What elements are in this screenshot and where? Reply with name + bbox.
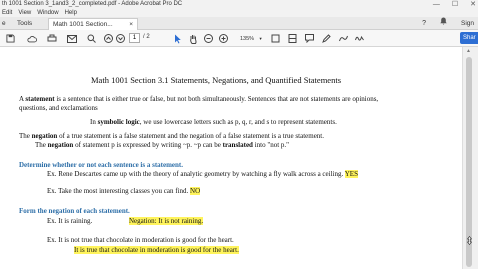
tab-bar: e Tools Math 1001 Section... × ? Sign — [0, 17, 478, 30]
example-2-answer: NO — [190, 187, 201, 195]
example-3: Ex. It is raining. — [47, 217, 93, 225]
fit-page-icon[interactable] — [270, 33, 281, 44]
zoom-in-icon[interactable] — [218, 33, 229, 44]
symbolic-logic-prefix: In — [90, 118, 98, 126]
page-title: Math 1001 Section 3.1 Statements, Negati… — [91, 75, 341, 85]
negation-symbol-prefix: The — [35, 141, 48, 149]
menu-window[interactable]: Window — [37, 9, 58, 17]
menu-help[interactable]: Help — [65, 9, 77, 17]
negation-symbol-suffix: into "not p." — [252, 141, 290, 149]
symbolic-logic-line: In symbolic logic, we use lowercase lett… — [90, 118, 337, 126]
page-total: / 2 — [143, 34, 150, 40]
negation-symbol-term: negation — [47, 141, 74, 149]
scroll-mode-icon[interactable] — [287, 33, 298, 44]
example-2: Ex. Take the most interesting classes yo… — [47, 187, 201, 195]
page-up-icon[interactable] — [103, 33, 114, 44]
window-title: th 1001 Section 3_1and3_2_completed.pdf … — [2, 1, 183, 7]
close-window-button[interactable]: ✕ — [470, 0, 476, 9]
zoom-out-icon[interactable] — [203, 33, 214, 44]
example-1-answer: YES — [344, 170, 358, 178]
example-1-text: Ex. Rene Descartes came up with the theo… — [47, 170, 344, 178]
help-icon[interactable]: ? — [422, 17, 426, 30]
pdf-page: Math 1001 Section 3.1 Statements, Negati… — [0, 47, 462, 269]
menu-edit[interactable]: Edit — [2, 9, 12, 17]
highlight-pen-icon[interactable] — [321, 33, 332, 44]
example-3-answer: Negation: It is not raining. — [129, 217, 204, 225]
share-button[interactable]: Shar — [460, 32, 478, 44]
negation-term: negation — [31, 132, 58, 140]
minimize-button[interactable]: — — [433, 0, 440, 9]
hand-tool-icon[interactable] — [188, 33, 199, 44]
window-title-bar: th 1001 Section 3_1and3_2_completed.pdf … — [0, 0, 478, 9]
negation-definition-line: The negation of a true statement is a fa… — [19, 132, 324, 140]
window-controls: — ☐ ✕ — [433, 0, 476, 9]
example-2-text: Ex. Take the most interesting classes yo… — [47, 187, 189, 195]
negation-def-text: of a true statement is a false statement… — [57, 132, 324, 140]
page-down-icon[interactable] — [115, 33, 126, 44]
tab-document-label: Math 1001 Section... — [53, 21, 113, 28]
toolbar: 1 / 2 135% ▼ Shar — [0, 30, 478, 47]
negation-symbol-text: of statement p is expressed by writing ~… — [73, 141, 223, 149]
chevron-down-icon: ▼ — [258, 36, 263, 41]
symbolic-logic-text: , we use lowercase letters such as p, q,… — [139, 118, 337, 126]
draw-icon[interactable] — [338, 33, 349, 44]
menu-view[interactable]: View — [18, 9, 31, 17]
resize-cursor-icon — [466, 236, 473, 247]
statement-definition-line1: A statement is a sentence that is either… — [19, 95, 378, 103]
sign-icon[interactable] — [354, 33, 365, 44]
example-1: Ex. Rene Descartes came up with the theo… — [47, 170, 358, 178]
symbolic-logic-term: symbolic logic — [97, 118, 140, 126]
statement-def-text: is a sentence that is either true or fal… — [54, 95, 379, 103]
email-icon[interactable] — [66, 33, 77, 44]
zoom-level-value: 135% — [240, 36, 255, 42]
cloud-upload-icon[interactable] — [26, 33, 37, 44]
statement-definition-line2: questions, and exclamations — [19, 104, 98, 112]
maximize-button[interactable]: ☐ — [452, 0, 458, 9]
save-icon[interactable] — [5, 33, 16, 44]
select-cursor-icon[interactable] — [172, 33, 183, 44]
share-label: Shar — [463, 35, 476, 41]
tab-tools[interactable]: Tools — [17, 17, 32, 30]
search-icon[interactable] — [86, 33, 97, 44]
statement-term: statement — [25, 95, 55, 103]
tab-bar-right: ? Sign — [422, 17, 474, 30]
zoom-level-dropdown[interactable]: 135% ▼ — [236, 34, 264, 43]
scroll-up-icon[interactable]: ▲ — [466, 48, 471, 54]
notifications-icon[interactable] — [440, 17, 447, 30]
menu-bar: Edit View Window Help — [0, 9, 478, 17]
page-number-input[interactable]: 1 — [129, 33, 140, 43]
section-heading-negation: Form the negation of each statement. — [19, 207, 130, 215]
sign-in-link[interactable]: Sign — [461, 17, 474, 30]
translated-term: translated — [222, 141, 253, 149]
negation-def-prefix: The — [19, 132, 32, 140]
example-4-answer: It is true that chocolate in moderation … — [74, 246, 239, 254]
example-4: Ex. It is not true that chocolate in mod… — [47, 236, 234, 244]
section-heading-statement: Determine whether or not each sentence i… — [19, 161, 184, 169]
tab-home[interactable]: e — [0, 17, 6, 30]
tab-document[interactable]: Math 1001 Section... × — [48, 18, 138, 30]
comment-icon[interactable] — [304, 33, 315, 44]
negation-symbol-line: The negation of statement p is expressed… — [35, 141, 289, 149]
close-tab-icon[interactable]: × — [129, 19, 133, 30]
print-icon[interactable] — [46, 33, 57, 44]
